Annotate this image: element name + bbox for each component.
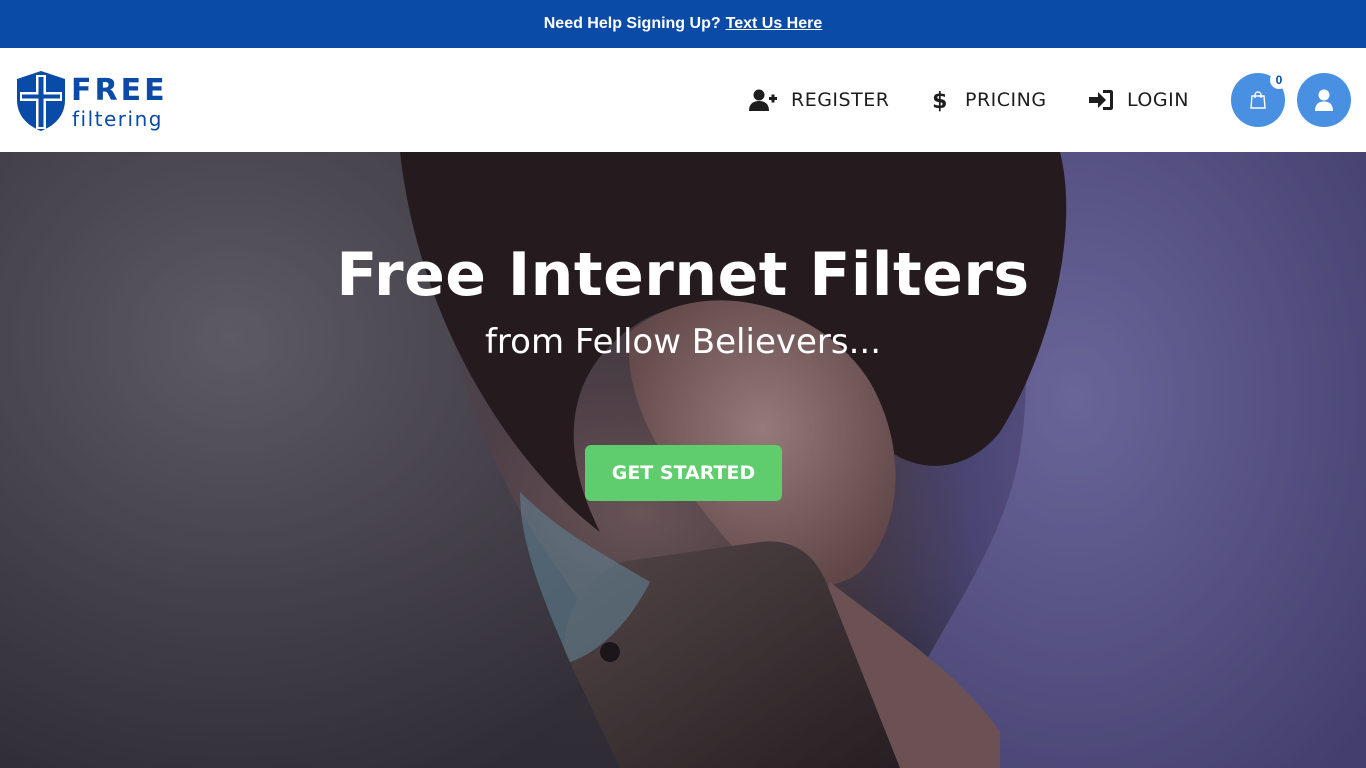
nav-login[interactable]: LOGIN [1089, 86, 1189, 114]
logo-text-filtering: filtering [72, 107, 163, 131]
user-icon [1315, 89, 1333, 111]
logo-text-free: FREE [71, 73, 168, 108]
nav-pricing[interactable]: $ PRICING [931, 86, 1047, 114]
hero-title: Free Internet Filters [336, 240, 1030, 310]
nav-register[interactable]: REGISTER [749, 86, 889, 114]
site-header: FREE filtering REGISTER $ PRICING LOGIN … [0, 48, 1366, 152]
cart-count-badge: 0 [1270, 71, 1288, 89]
shield-cross-icon [17, 71, 65, 131]
account-button[interactable] [1297, 73, 1351, 127]
promo-text: Need Help Signing Up? [543, 15, 721, 32]
shopping-bag-icon [1250, 91, 1266, 109]
user-plus-icon [749, 89, 777, 111]
get-started-button[interactable]: GET STARTED [585, 445, 782, 501]
nav-register-label: REGISTER [791, 89, 890, 111]
site-logo[interactable]: FREE filtering [15, 70, 185, 134]
dollar-icon: $ [932, 89, 948, 113]
hero-subtitle: from Fellow Believers... [484, 322, 882, 362]
svg-text:$: $ [932, 89, 948, 113]
sign-in-icon [1089, 90, 1113, 110]
promo-bar: Need Help Signing Up? Text Us Here [0, 0, 1366, 48]
text-us-link[interactable]: Text Us Here [726, 15, 823, 33]
nav-pricing-label: PRICING [965, 89, 1047, 111]
nav-login-label: LOGIN [1127, 89, 1189, 111]
hero-section: Free Internet Filters from Fellow Believ… [0, 152, 1366, 768]
